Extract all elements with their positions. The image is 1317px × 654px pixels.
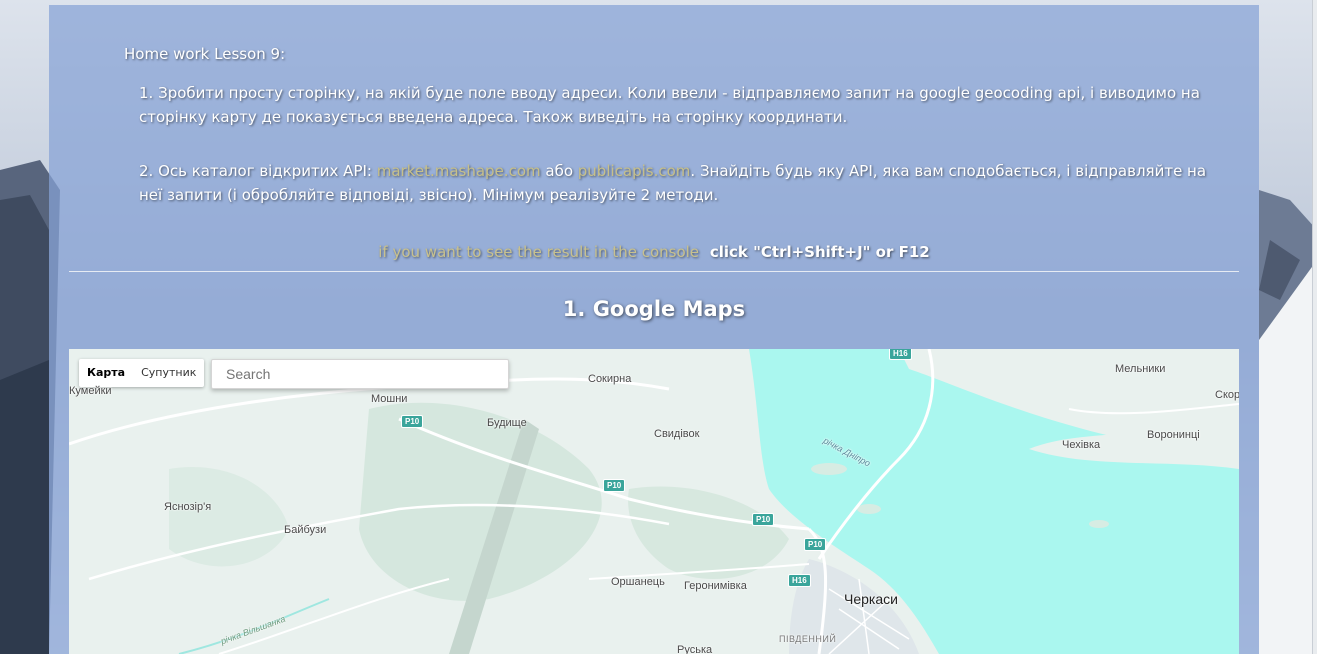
road-shield-h16: H16 [788,574,811,587]
place-label-yasnozirya: Яснозір'я [164,501,212,513]
map-type-control: Карта Супутник [79,359,205,387]
place-label-melnyky: Мельники [1115,363,1166,375]
road-shield-p10: P10 [401,415,424,428]
console-hint-text: if you want to see the result in the con… [378,243,700,261]
place-label-pivdennyi: ПІВДЕННИЙ [779,634,837,644]
map-search-box [211,359,509,389]
task-2-mid: або [540,162,578,180]
task-2-prefix: 2. Ось каталог відкритих API: [139,162,377,180]
console-hint-keys: click "Ctrl+Shift+J" or F12 [709,243,930,261]
homework-title: Home work Lesson 9: [124,45,286,63]
place-label-chekhivka: Чехівка [1062,439,1101,451]
place-label-ruska: Руська [677,644,713,654]
place-label-kumeiky: Кумейки [69,385,112,397]
task-2-text: 2. Ось каталог відкритих API: market.mas… [139,159,1209,207]
road-shield-p10: P10 [752,513,775,526]
section-title: 1. Google Maps [562,297,746,321]
mashape-link[interactable]: market.mashape.com [377,162,541,180]
map-type-map-button[interactable]: Карта [79,359,133,387]
place-label-budyshche: Будище [487,417,527,429]
place-label-svydivok: Свидівок [654,428,700,440]
place-label-orshanets: Оршанець [611,576,665,588]
place-label-voronyntsi: Воронинці [1147,429,1200,441]
address-search-input[interactable] [212,360,508,388]
place-label-heronymivka: Геронимівка [684,580,747,592]
google-map[interactable]: Карта Супутник Кумейки Мошни Будище Соки… [69,349,1239,654]
section-divider [69,271,1239,272]
road-shield-h16: H16 [889,349,912,360]
road-shield-p10: P10 [804,538,827,551]
road-shield-p10: P10 [603,479,626,492]
place-label-skor: Скор [1215,389,1239,401]
task-1-text: 1. Зробити просту сторінку, на якій буде… [139,84,1200,126]
place-label-cherkasy: Черкаси [844,591,898,607]
place-label-sokyrna: Сокирна [588,373,632,385]
page-scrollbar[interactable] [1312,0,1317,654]
place-label-baibuzy: Байбузи [284,524,327,536]
map-type-satellite-button[interactable]: Супутник [133,359,204,387]
console-hint: if you want to see the result in the con… [49,243,1259,261]
publicapis-link[interactable]: publicapis.com [578,162,691,180]
map-base-layer [69,349,1239,654]
place-label-moshny: Мошни [371,393,408,405]
